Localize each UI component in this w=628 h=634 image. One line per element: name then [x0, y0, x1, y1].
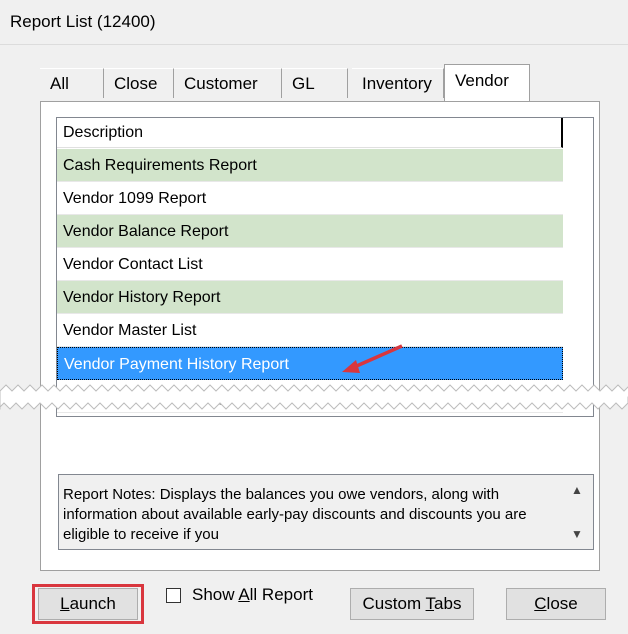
launch-label-accel: L — [60, 594, 70, 613]
tab-vendor[interactable]: Vendor — [444, 64, 530, 102]
scroll-up-icon[interactable]: ▲ — [571, 483, 583, 497]
show-all-report-label[interactable]: Show All Report — [192, 585, 313, 605]
tab-all-label: All — [50, 74, 69, 93]
scroll-down-icon[interactable]: ▼ — [571, 527, 583, 541]
red-arrow-icon — [342, 344, 403, 373]
custom-tabs-label-accel: T — [425, 594, 435, 613]
tab-close-label: Close — [114, 74, 158, 93]
list-item[interactable]: Vendor Contact List — [57, 248, 563, 281]
launch-label-post: aunch — [69, 594, 116, 613]
show-all-label-post: ll Report — [249, 585, 313, 604]
report-notes-text: Report Notes: Displays the balances you … — [63, 486, 527, 543]
list-item[interactable]: Vendor Master List — [57, 314, 563, 347]
tab-gl-label: GL — [292, 74, 315, 93]
tab-inventory[interactable]: Inventory — [352, 68, 444, 98]
title-bar: Report List (12400) — [0, 0, 628, 45]
tab-close[interactable]: Close — [104, 68, 174, 98]
window-title: Report List (12400) — [10, 12, 156, 31]
torn-edge-divider — [0, 384, 628, 410]
column-header-description[interactable]: Description — [57, 118, 563, 148]
list-item[interactable]: Cash Requirements Report — [57, 149, 563, 182]
custom-tabs-label-pre: Custom — [362, 594, 426, 613]
report-list-window: Report List (12400) All Close Customer G… — [0, 0, 628, 634]
custom-tabs-button[interactable]: Custom Tabs — [350, 588, 474, 620]
tab-customer-label: Customer — [184, 74, 258, 93]
tab-all[interactable]: All — [40, 68, 104, 98]
show-all-label-accel: A — [238, 585, 250, 604]
tab-strip: All Close Customer GL Inventory Vendor — [40, 64, 600, 102]
report-notes-box[interactable]: Report Notes: Displays the balances you … — [58, 474, 594, 550]
tab-customer[interactable]: Customer — [174, 68, 282, 98]
tab-gl[interactable]: GL — [282, 68, 348, 98]
launch-button[interactable]: Launch — [38, 588, 138, 620]
list-item[interactable]: Vendor 1099 Report — [57, 182, 563, 215]
custom-tabs-label-post: abs — [434, 594, 462, 613]
report-list[interactable]: Description Cash Requirements Report Ven… — [56, 117, 594, 417]
tab-inventory-label: Inventory — [362, 74, 432, 93]
close-button[interactable]: Close — [506, 588, 606, 620]
list-item[interactable]: Vendor Balance Report — [57, 215, 563, 248]
report-rows: Cash Requirements Report Vendor 1099 Rep… — [57, 149, 563, 413]
list-scrollbar-area[interactable] — [563, 118, 593, 416]
list-item[interactable]: Vendor History Report — [57, 281, 563, 314]
show-all-label-pre: Show — [192, 585, 239, 604]
close-label-accel: C — [534, 594, 547, 613]
tab-vendor-label: Vendor — [455, 71, 509, 90]
show-all-report-checkbox[interactable] — [166, 588, 181, 603]
notes-scrollbar[interactable]: ▲ ▼ — [565, 475, 593, 549]
list-item-selected[interactable]: Vendor Payment History Report — [57, 347, 563, 380]
close-label-post: lose — [546, 594, 578, 613]
